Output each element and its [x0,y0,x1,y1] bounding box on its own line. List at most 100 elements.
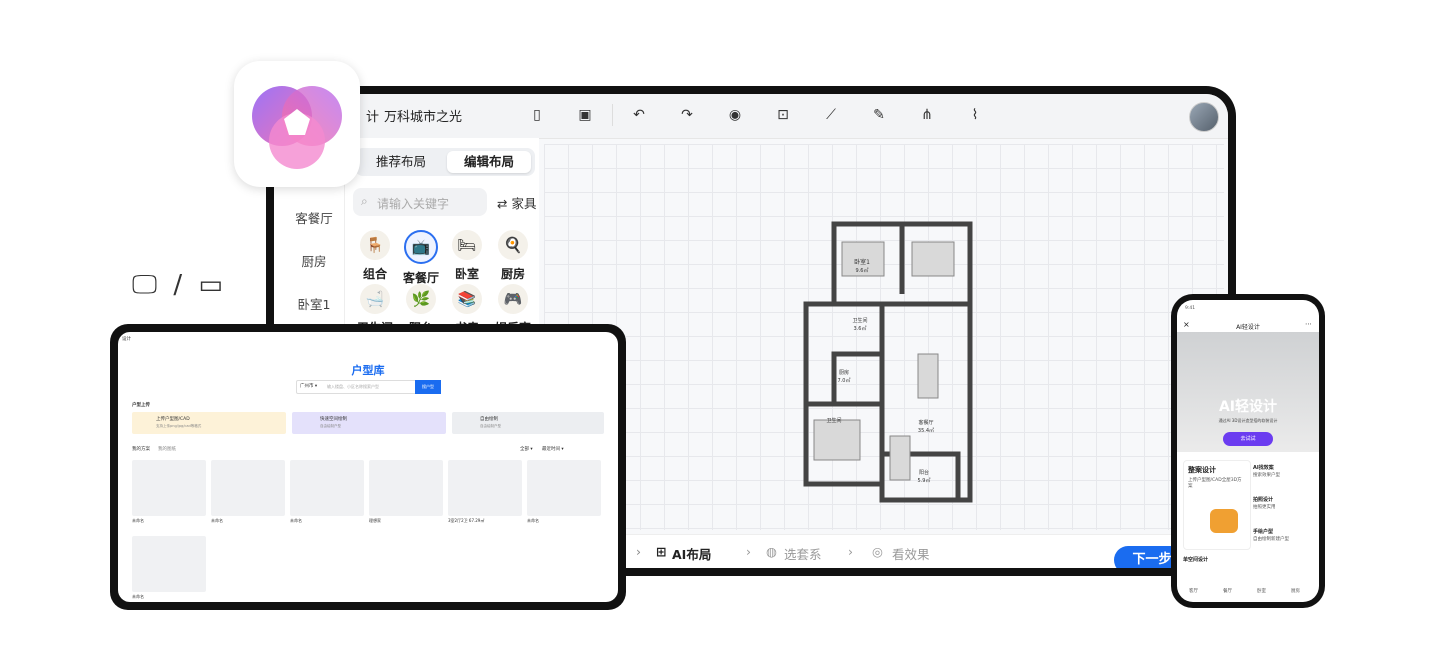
plan-name: 未命名 [132,518,144,523]
tab-my-plans[interactable]: 我的方案 [132,446,150,452]
plan-card[interactable] [448,460,522,516]
search-placeholder: 输入楼盘、小区名称搜索户型 [327,384,379,389]
category-kitchen[interactable]: 🍳 厨房 [493,230,533,282]
layout-tabs: 推荐布局 编辑布局 [355,148,535,176]
hero-subtitle: 通过AI 3D设计造型搭的软装设计 [1218,418,1278,423]
free-draw-card[interactable]: 自由绘制 自由绘制户型 [452,412,604,434]
tile-hand-draw[interactable]: 手绘户型 自由绘制新建户型 [1253,524,1313,552]
phone-title: AI轻设计 [1236,324,1260,331]
back-label[interactable]: 计 [366,106,379,125]
palette-icon: ◍ [766,544,777,559]
tile-title: 整案设计 [1188,466,1216,474]
try-button[interactable]: 去试试 [1223,432,1273,446]
top-toolbar: 计 万科城市之光 ▯ ▣ ↶ ↷ ◉ ⊡ ⟋ ✎ ⋔ ⌇ [274,94,1228,139]
gamepad-icon: 🎮 [498,284,528,314]
floorplan: 卧室1 9.6㎡ 卫生间 3.6㎡ 厨房 7.0㎡ 卫生间 客餐厅 35.4㎡ … [803,221,973,503]
tile-desc: 上传户型图/CAD全屋3D方案 [1188,478,1242,489]
tile-title: AI找效案 [1253,465,1274,471]
edit-icon[interactable]: ✎ [870,106,888,124]
share-icon[interactable]: ⋔ [918,106,936,124]
chart-icon[interactable]: ⌇ [966,106,984,124]
more-icon[interactable]: ⋯ [1305,320,1312,328]
category-label: 厨房 [500,267,525,281]
phone-frame: 9:41 × AI轻设计 ⋯ AI轻设计 通过AI 3D设计造型搭的软装设计 去… [1171,294,1325,608]
category-label: 卧室 [454,267,479,281]
step-choose-set[interactable]: 选套系 [784,544,822,563]
plan-card[interactable] [132,536,206,592]
layout-grid-icon: ⊞ [656,544,667,559]
category-bedroom[interactable]: 🛏 卧室 [447,230,487,282]
category-combo[interactable]: 🪑 组合 [355,230,395,282]
room-area: 35.4㎡ [918,427,934,434]
furniture-toggle[interactable]: ⇄ 家具 [497,193,536,212]
nav-item-kitchen[interactable]: 厨房 [284,251,344,270]
redo-icon[interactable]: ↷ [678,106,696,124]
search-input[interactable]: ⌕ 请输入关键字 [353,188,487,216]
page-title: 户型库 [351,364,385,377]
plan-card[interactable] [290,460,364,516]
plan-name: 3室2厅2卫 67.29㎡ [448,518,485,523]
tab-my-drawings[interactable]: 我的图纸 [158,446,176,452]
tile-full-design[interactable]: 整案设计 上传户型图/CAD全屋3D方案 [1183,460,1251,550]
quick-draw-card[interactable]: 快速空间绘制 自由绘制户型 [292,412,446,434]
plant-icon: 🌿 [406,284,436,314]
ruler-icon[interactable]: ⟋ [822,106,840,124]
nav-item-living[interactable]: 客餐厅 [284,208,344,227]
plan-name: 未命名 [290,518,302,523]
tab-recommended[interactable]: 推荐布局 [359,151,443,173]
device-labels: 🖵 / ▭ [132,270,223,301]
pentagon-logo-icon [252,86,342,169]
search-icon: ⌕ [361,194,368,208]
section-title: 单空间设计 [1183,557,1209,563]
room-label: 卫生间 [852,317,867,324]
tile-desc: 自由绘制新建户型 [1253,537,1289,542]
upload-cad-card[interactable]: 上传户型图/CAD 支持上传png/jpg/cad等格式 [132,412,286,434]
bed-icon: 🛏 [452,230,482,260]
desk-icon: 📚 [452,284,482,314]
bottom-item-bedroom[interactable]: 卧室 [1257,588,1266,594]
card-title: 自由绘制 [480,417,498,422]
plan-card[interactable] [369,460,443,516]
category-living[interactable]: 📺 客餐厅 [401,230,441,286]
bottom-item-dining[interactable]: 餐厅 [1223,588,1232,594]
view-icon[interactable]: ◉ [726,106,744,124]
save-icon[interactable]: ▣ [576,106,594,124]
plan-card[interactable] [211,460,285,516]
plan-card[interactable] [527,460,601,516]
plan-name: 未命名 [527,518,539,523]
bottom-item-living[interactable]: 客厅 [1189,588,1198,594]
undo-icon[interactable]: ↶ [630,106,648,124]
search-input[interactable]: 输入楼盘、小区名称搜索户型 [296,380,418,394]
plan-name: 未命名 [211,518,223,523]
room-label: 卧室1 [854,258,870,266]
user-avatar[interactable] [1189,102,1219,132]
app-logo [234,61,360,187]
plan-card[interactable] [132,460,206,516]
corner-label: 设计 [122,337,131,342]
nav-item-bedroom1[interactable]: 卧室1 [284,294,344,313]
kitchen-icon: 🍳 [498,230,528,260]
step-view-effect[interactable]: 看效果 [892,544,930,563]
floorplan-canvas[interactable]: 卧室1 9.6㎡ 卫生间 3.6㎡ 厨房 7.0㎡ 卫生间 客餐厅 35.4㎡ … [544,144,1224,530]
card-desc: 自由绘制户型 [320,424,341,428]
project-title: 万科城市之光 [384,110,463,125]
hero-title: AI轻设计 [1218,399,1278,415]
tile-photo-design[interactable]: 拍照设计 拍照更实用 [1253,492,1313,520]
search-button[interactable]: 搜户型 [415,380,441,394]
file-icon[interactable]: ▯ [528,106,546,124]
screenshot-icon[interactable]: ⊡ [774,106,792,124]
sort-select[interactable]: 最近时间 ▾ [542,446,564,452]
tab-edit[interactable]: 编辑布局 [447,151,531,173]
chevron-right-icon: › [848,544,853,559]
filter-select[interactable]: 全部 ▾ [520,446,533,452]
sofa-illustration [1210,509,1238,533]
room-area: 3.6㎡ [854,325,867,332]
tv-icon: 📺 [404,230,438,264]
tablet-icon: ▭ [198,270,223,300]
step-ai-layout[interactable]: AI布局 [672,544,711,563]
tile-ai-search[interactable]: AI找效案 搜索效果户型 [1253,460,1313,488]
chevron-right-icon: › [746,544,751,559]
bottom-item-kitchen[interactable]: 厨房 [1291,588,1300,594]
category-label: 组合 [362,267,387,281]
separator-slash: / [173,270,183,300]
